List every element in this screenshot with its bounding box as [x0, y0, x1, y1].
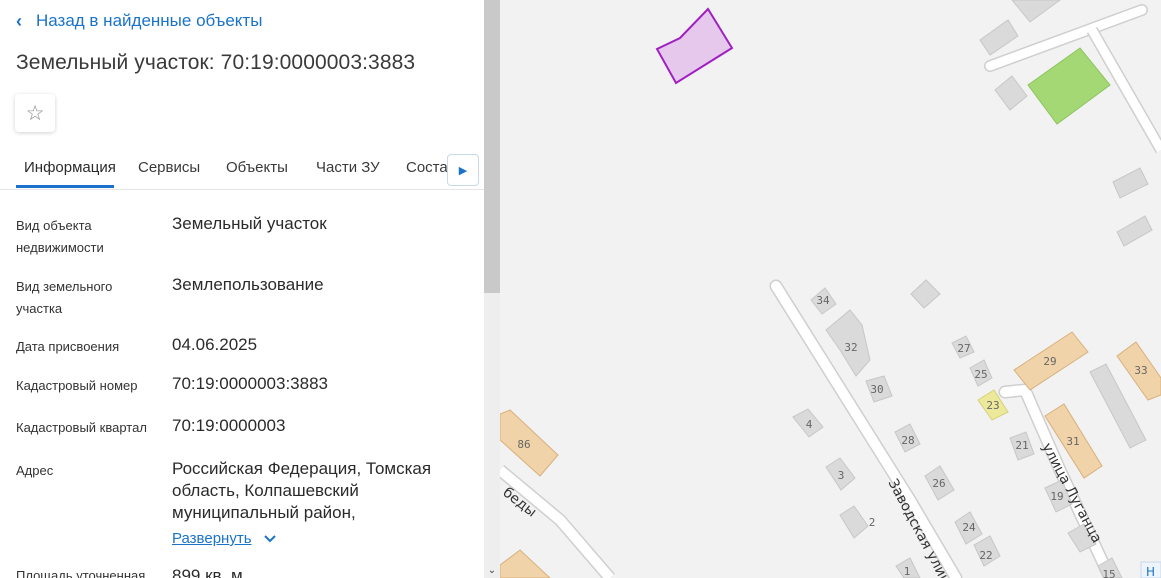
label-land-type: Вид земельного участка [16, 279, 113, 316]
page-title: Земельный участок: 70:19:0000003:3883 [16, 51, 416, 74]
building [910, 279, 941, 309]
value-address: Российская Федерация, Томская область, К… [172, 459, 432, 522]
label-object-type: Вид объекта недвижимости [16, 218, 104, 255]
expand-address-link[interactable]: Развернуть [172, 530, 276, 547]
building-bottom-left [500, 549, 551, 578]
house-number: 23 [986, 399, 999, 412]
house-number: 15 [1102, 568, 1115, 578]
house-number: 26 [932, 477, 945, 490]
building [979, 19, 1019, 56]
house-number: 27 [957, 342, 970, 355]
building [1011, 0, 1061, 23]
expand-label: Развернуть [172, 530, 252, 547]
label-cadastral-number: Кадастровый номер [16, 378, 138, 393]
green-parcel[interactable] [1027, 47, 1111, 125]
selected-parcel[interactable] [655, 7, 734, 85]
house-number: 34 [816, 294, 830, 307]
scroll-down-icon[interactable]: ⌄ [484, 564, 500, 578]
building [1116, 215, 1153, 247]
house-number: 2 [869, 516, 876, 529]
active-tab-indicator [16, 185, 114, 188]
chevron-left-icon: ‹ [16, 11, 22, 31]
tab-services[interactable]: Сервисы [138, 159, 200, 176]
value-cadastral-quarter: 70:19:0000003 [172, 416, 286, 435]
panel-scrollbar[interactable]: ⌄ [484, 0, 500, 578]
map-canvas[interactable]: 34 32 30 28 27 25 23 29 33 31 21 19 26 2… [500, 0, 1161, 578]
label-assignment-date: Дата присвоения [16, 339, 120, 354]
house-number: 29 [1043, 355, 1056, 368]
tab-objects[interactable]: Объекты [226, 159, 288, 176]
map-corner-label: Н [1146, 565, 1155, 578]
star-outline-icon: ☆ [25, 101, 45, 125]
label-cadastral-quarter: Кадастровый квартал [16, 420, 147, 435]
house-number: 25 [974, 368, 987, 381]
chevron-down-icon [263, 530, 276, 547]
tabs-next-button[interactable]: ▶ [447, 154, 479, 186]
house-number: 86 [517, 438, 530, 451]
tab-parts[interactable]: Части ЗУ [316, 159, 380, 176]
house-number: 22 [979, 549, 992, 562]
value-area: 899 кв. м [172, 566, 243, 578]
building [839, 505, 869, 539]
back-link[interactable]: ‹ Назад в найденные объекты [16, 11, 262, 31]
house-number: 4 [806, 418, 813, 431]
tab-composition[interactable]: Состав [406, 159, 448, 176]
scrollbar-thumb[interactable] [484, 0, 500, 293]
house-number: 30 [870, 383, 883, 396]
house-number: 32 [844, 341, 857, 354]
triangle-right-icon: ▶ [458, 164, 468, 177]
building [994, 75, 1028, 111]
value-object-type: Земельный участок [172, 214, 327, 233]
house-number: 21 [1015, 439, 1028, 452]
cadastral-map[interactable]: 34 32 30 28 27 25 23 29 33 31 21 19 26 2… [500, 0, 1161, 578]
info-panel: ‹ Назад в найденные объекты Земельный уч… [0, 0, 484, 578]
value-cadastral-number: 70:19:0000003:3883 [172, 374, 328, 393]
label-address: Адрес [16, 463, 54, 478]
value-land-type: Землепользование [172, 275, 324, 294]
tab-strip: Информация Сервисы Объекты Части ЗУ Сост… [0, 148, 448, 189]
back-link-label: Назад в найденные объекты [36, 11, 263, 30]
house-number: 28 [901, 434, 914, 447]
house-number: 31 [1066, 435, 1079, 448]
house-number: 33 [1134, 364, 1147, 377]
house-number: 1 [904, 565, 911, 578]
favorite-button[interactable]: ☆ [15, 94, 55, 132]
label-area: Площадь уточненная [16, 568, 146, 578]
house-number: 3 [838, 469, 845, 482]
tab-information[interactable]: Информация [24, 159, 116, 176]
house-number: 19 [1050, 490, 1063, 503]
house-number: 24 [962, 521, 976, 534]
value-assignment-date: 04.06.2025 [172, 335, 258, 354]
building [1112, 167, 1149, 199]
tab-bar: Информация Сервисы Объекты Части ЗУ Сост… [0, 148, 484, 190]
